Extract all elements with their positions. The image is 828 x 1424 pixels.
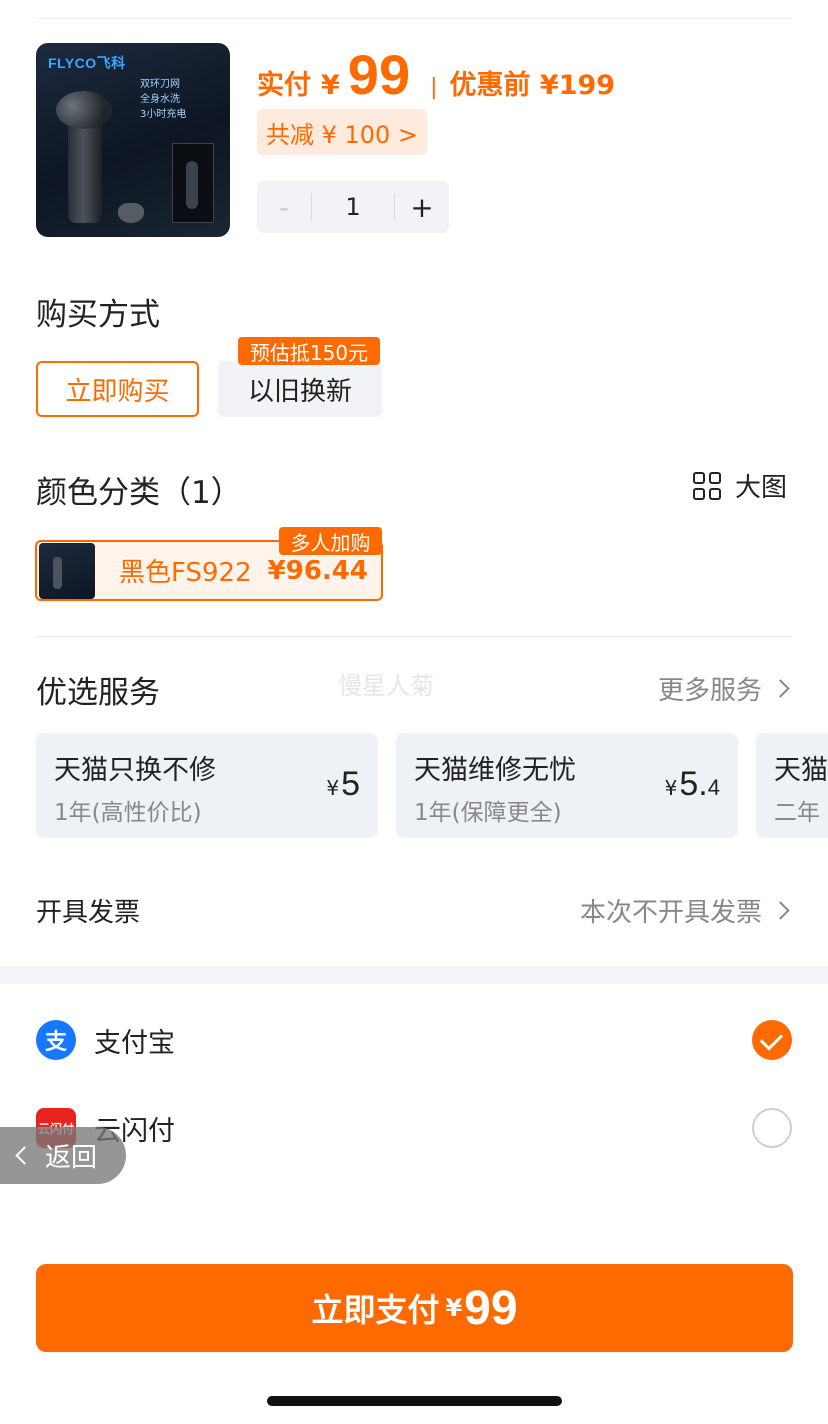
variant-thumbnail	[39, 542, 95, 599]
section-gap	[0, 966, 828, 984]
invoice-label: 开具发票	[36, 898, 141, 928]
quantity-value[interactable]: 1	[311, 193, 395, 221]
discount-chip[interactable]: 共减 ¥ 100 >	[257, 109, 427, 155]
chevron-left-icon	[15, 1146, 34, 1165]
service-price: ¥ 5	[326, 765, 360, 803]
chevron-right-icon	[771, 679, 790, 698]
option-buy-now[interactable]: 立即购买	[36, 361, 199, 417]
color-category-title: 颜色分类（1）	[36, 475, 242, 511]
price-row: 实付 ¥ 99 | 优惠前 ¥199	[257, 42, 616, 106]
variant-price: ¥96.44	[267, 555, 368, 586]
services-title: 优选服务	[36, 675, 160, 711]
home-indicator[interactable]	[267, 1396, 562, 1406]
price-currency: ¥	[321, 70, 340, 101]
trade-in-estimate-badge: 预估抵150元	[238, 337, 380, 365]
popular-badge: 多人加购	[279, 527, 382, 555]
shaver-body-graphic	[68, 115, 102, 223]
payment-name: 支付宝	[94, 1027, 175, 1059]
pay-now-amount: 99	[464, 1281, 518, 1335]
shaver-accessory-graphic	[118, 203, 144, 223]
price-label: 实付	[257, 70, 311, 101]
invoice-value: 本次不开具发票	[579, 898, 762, 928]
service-card-partial[interactable]: 天猫 二年	[756, 733, 828, 838]
option-trade-in[interactable]: 以旧换新	[218, 361, 382, 417]
decrement-button[interactable]: -	[257, 181, 311, 233]
invoice-selector[interactable]: 本次不开具发票	[579, 892, 790, 929]
service-price: ¥ 5. 4	[664, 765, 720, 803]
back-label: 返回	[45, 1143, 98, 1173]
shaver-head-graphic	[56, 91, 112, 129]
pay-now-label: 立即支付	[311, 1291, 440, 1329]
service-term: 1年(保障更全)	[414, 800, 562, 826]
big-view-label: 大图	[734, 473, 787, 503]
brand-logo: FLYCO飞科	[48, 55, 126, 71]
product-image-features: 双环刀网 全身水洗 3小时充电	[140, 79, 187, 120]
pay-now-button[interactable]: 立即支付 ¥ 99	[36, 1264, 793, 1352]
service-name: 天猫	[774, 755, 828, 786]
chevron-right-icon	[771, 901, 790, 920]
big-view-toggle[interactable]: 大图	[692, 467, 787, 504]
alipay-icon: 支	[36, 1020, 76, 1060]
increment-button[interactable]: +	[395, 181, 449, 233]
payment-option-unionpay[interactable]: 云闪付 云闪付	[36, 1098, 792, 1158]
section-divider	[36, 636, 792, 637]
radio-unchecked-icon[interactable]	[752, 1108, 792, 1148]
price-separator: |	[430, 75, 438, 100]
service-term: 1年(高性价比)	[54, 800, 202, 826]
variant-name: 黑色FS922	[119, 558, 252, 588]
service-card-replace[interactable]: 天猫只换不修 1年(高性价比) ¥ 5	[36, 733, 378, 838]
service-term: 二年	[774, 800, 820, 826]
purchase-method-title: 购买方式	[36, 297, 160, 333]
original-price: 优惠前 ¥199	[449, 70, 616, 101]
back-button[interactable]: 返回	[0, 1127, 126, 1184]
radio-checked-icon[interactable]	[752, 1020, 792, 1060]
product-image[interactable]: FLYCO飞科 双环刀网 全身水洗 3小时充电	[36, 43, 230, 237]
service-name: 天猫维修无忧	[414, 755, 576, 786]
payment-option-alipay[interactable]: 支 支付宝	[36, 1010, 792, 1070]
grid-icon	[692, 471, 721, 500]
shaver-mini-graphic	[186, 161, 198, 209]
pay-now-currency: ¥	[445, 1294, 463, 1322]
service-name: 天猫只换不修	[54, 755, 216, 786]
service-card-repair[interactable]: 天猫维修无忧 1年(保障更全) ¥ 5. 4	[396, 733, 738, 838]
quantity-stepper: - 1 +	[257, 181, 449, 233]
price-value: 99	[347, 43, 411, 106]
more-services-link[interactable]: 更多服务	[657, 670, 790, 707]
top-divider	[36, 18, 792, 19]
watermark: 慢星人菊	[338, 672, 434, 700]
more-services-label: 更多服务	[657, 676, 762, 706]
